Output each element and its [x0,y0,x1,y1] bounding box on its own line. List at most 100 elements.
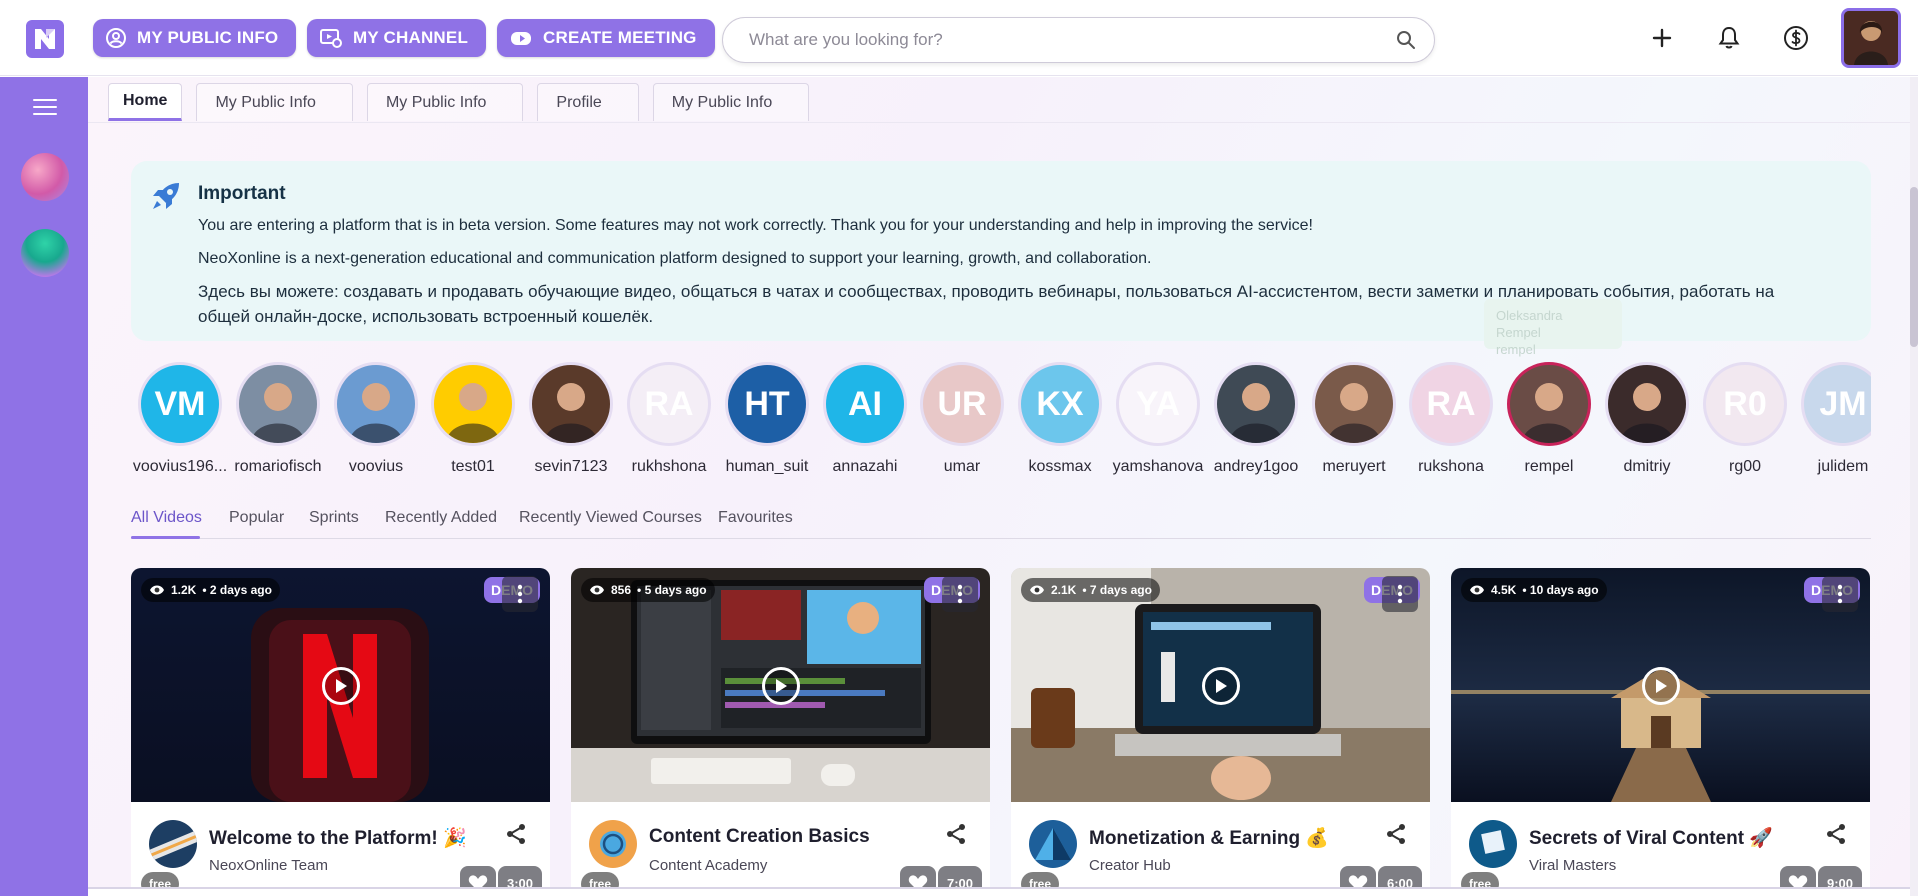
creator-avatar[interactable]: VM [138,362,222,446]
play-button[interactable] [1642,667,1680,705]
creator-avatar[interactable]: JM [1801,362,1871,446]
creator-avatar[interactable]: HT [725,362,809,446]
video-title[interactable]: Monetization & Earning 💰 [1089,826,1329,850]
user-photo-icon [1844,11,1898,65]
creator-avatar[interactable] [431,362,515,446]
creator-item[interactable]: rempel [1500,362,1598,476]
creator-item[interactable]: RA rukhshona [620,362,718,476]
video-author[interactable]: NeoxOnline Team [209,857,328,874]
filter-recently-added[interactable]: Recently Added [385,509,497,527]
creator-avatar[interactable] [1605,362,1689,446]
video-author[interactable]: Creator Hub [1089,857,1171,874]
video-menu-button[interactable] [1382,576,1418,612]
tab-my-public-info-1[interactable]: My Public Info [196,83,353,121]
channel-avatar[interactable] [1029,820,1077,868]
video-title[interactable]: Content Creation Basics [649,826,870,848]
views-badge: 2.1K • 7 days ago [1021,578,1160,602]
video-card[interactable]: 4.5K • 10 days ago DEMO free 9:00 Secret… [1451,568,1870,887]
creator-item[interactable]: KX kossmax [1011,362,1109,476]
creator-initials: UR [937,384,987,423]
user-avatar[interactable] [1841,8,1901,68]
video-author[interactable]: Viral Masters [1529,857,1616,874]
creator-avatar[interactable]: RA [1409,362,1493,446]
creator-item[interactable]: YA yamshanova [1109,362,1207,476]
creator-item[interactable]: JM julidem [1794,362,1871,476]
page-scrollbar[interactable] [1910,77,1918,896]
creator-avatar[interactable]: R0 [1703,362,1787,446]
creator-item[interactable]: meruyert [1305,362,1403,476]
creator-item[interactable]: voovius [327,362,425,476]
filter-sprints[interactable]: Sprints [309,509,359,527]
play-button[interactable] [322,667,360,705]
creator-item[interactable]: andrey1goo [1207,362,1305,476]
tab-profile[interactable]: Profile [537,83,639,121]
sidebar-community-green[interactable] [21,229,69,277]
creator-item[interactable]: sevin7123 [522,362,620,476]
my-channel-button[interactable]: MY CHANNEL [307,19,487,57]
creator-avatar[interactable] [1312,362,1396,446]
app-logo[interactable] [26,20,64,58]
video-card[interactable]: 1.2K • 2 days ago DEMO free 3:00 Welcome… [131,568,550,887]
my-public-info-button[interactable]: MY PUBLIC INFO [93,19,297,57]
creator-avatar[interactable]: UR [920,362,1004,446]
video-card[interactable]: 2.1K • 7 days ago DEMO free 6:00 Monetiz… [1011,568,1430,887]
video-menu-button[interactable] [1822,576,1858,612]
more-vertical-icon [1397,584,1403,604]
filter-all-videos[interactable]: All Videos [131,509,202,527]
creator-photo-icon [1522,383,1576,443]
play-button[interactable] [1202,667,1240,705]
video-title[interactable]: Welcome to the Platform! 🎉 [209,826,467,850]
play-button[interactable] [762,667,800,705]
creator-item[interactable]: VM voovius196... [131,362,229,476]
video-menu-button[interactable] [942,576,978,612]
creator-item[interactable]: R0 rg00 [1696,362,1794,476]
tab-home[interactable]: Home [108,83,183,121]
filter-recently-viewed-courses[interactable]: Recently Viewed Courses [519,509,702,527]
notifications-button[interactable] [1713,22,1745,54]
creator-avatar[interactable] [1214,362,1298,446]
creator-item[interactable]: romariofisch [229,362,327,476]
creator-item[interactable]: RA rukshona [1402,362,1500,476]
creator-item[interactable]: HT human_suit [718,362,816,476]
wallet-button[interactable] [1780,22,1812,54]
creator-avatar[interactable] [334,362,418,446]
filter-popular[interactable]: Popular [229,509,284,527]
sidebar-community-pink[interactable] [21,153,69,201]
channel-avatar[interactable] [149,820,197,868]
filter-favourites[interactable]: Favourites [718,509,793,527]
menu-toggle-button[interactable] [33,99,57,117]
channel-avatar[interactable] [1469,820,1517,868]
channel-avatar[interactable] [589,820,637,868]
creator-item[interactable]: test01 [424,362,522,476]
user-circle-icon [106,28,126,48]
add-button[interactable] [1646,22,1678,54]
share-icon[interactable] [1384,822,1408,846]
tab-my-public-info-3[interactable]: My Public Info [652,83,810,121]
share-icon[interactable] [944,822,968,846]
creator-item[interactable]: dmitriy [1598,362,1696,476]
creator-avatar[interactable]: AI [823,362,907,446]
scrollbar-thumb[interactable] [1910,187,1918,347]
creator-avatar[interactable] [529,362,613,446]
creator-avatar[interactable] [236,362,320,446]
creator-item[interactable]: AI annazahi [816,362,914,476]
creator-item[interactable]: UR umar [913,362,1011,476]
search-input[interactable] [749,30,1396,50]
tab-my-public-info-2[interactable]: My Public Info [366,83,524,121]
search-icon[interactable] [1396,30,1416,50]
video-menu-button[interactable] [502,576,538,612]
video-card[interactable]: 856 • 5 days ago DEMO free 7:00 Content … [571,568,990,887]
share-icon[interactable] [504,822,528,846]
share-icon[interactable] [1824,822,1848,846]
eye-icon [150,585,164,595]
video-info: Secrets of Viral Content 🚀 Viral Masters [1451,802,1870,887]
creator-name: julidem [1817,458,1869,475]
video-info: Content Creation Basics Content Academy [571,802,990,887]
video-author[interactable]: Content Academy [649,857,767,874]
creator-avatar[interactable]: KX [1018,362,1102,446]
create-meeting-button[interactable]: CREATE MEETING [497,19,715,57]
creator-avatar[interactable]: RA [627,362,711,446]
video-title[interactable]: Secrets of Viral Content 🚀 [1529,826,1773,850]
creator-avatar[interactable] [1507,362,1591,446]
creator-avatar[interactable]: YA [1116,362,1200,446]
